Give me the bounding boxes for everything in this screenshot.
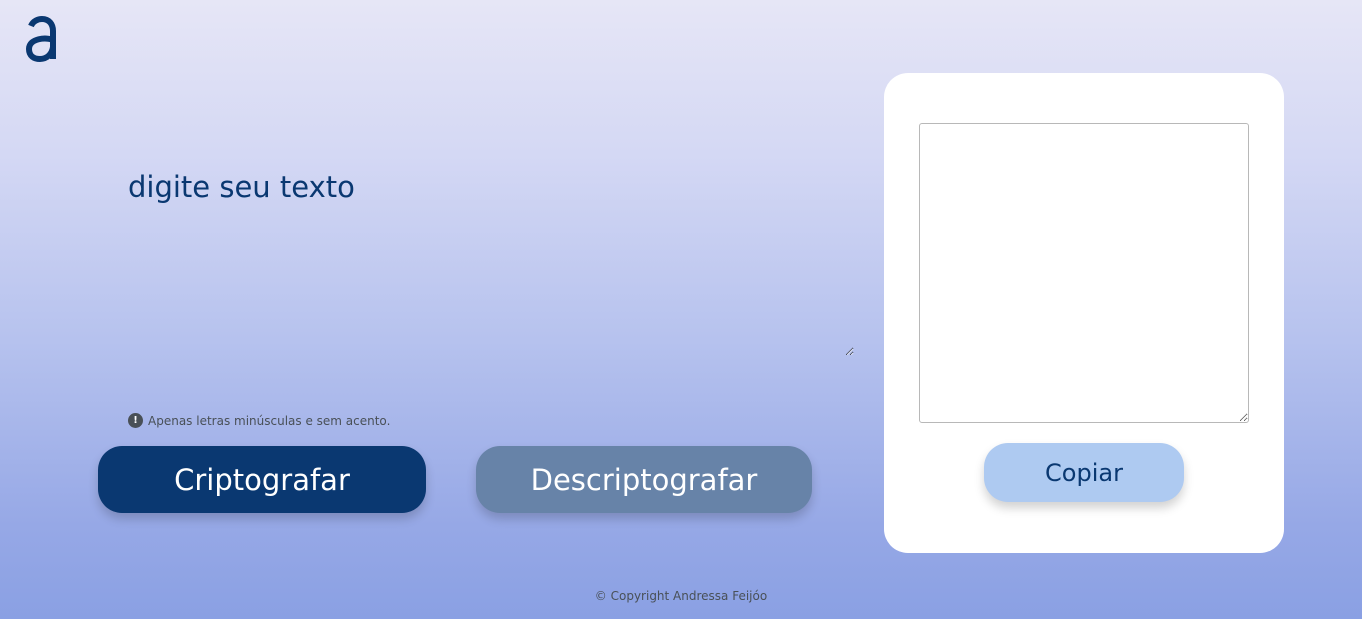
exclamation-circle-icon: ! [128, 413, 143, 428]
decrypt-button[interactable]: Descriptografar [476, 446, 812, 513]
logo-icon [25, 16, 56, 62]
input-hint: ! Apenas letras minúsculas e sem acento. [128, 413, 390, 428]
footer-copyright: © Copyright Andressa Feijóo [594, 589, 768, 603]
copy-button[interactable]: Copiar [984, 443, 1184, 502]
output-panel: Copiar [884, 73, 1284, 553]
output-textarea[interactable] [919, 123, 1249, 423]
hint-text: Apenas letras minúsculas e sem acento. [148, 413, 391, 428]
text-input[interactable] [118, 160, 854, 356]
encrypt-button[interactable]: Criptografar [98, 446, 426, 513]
